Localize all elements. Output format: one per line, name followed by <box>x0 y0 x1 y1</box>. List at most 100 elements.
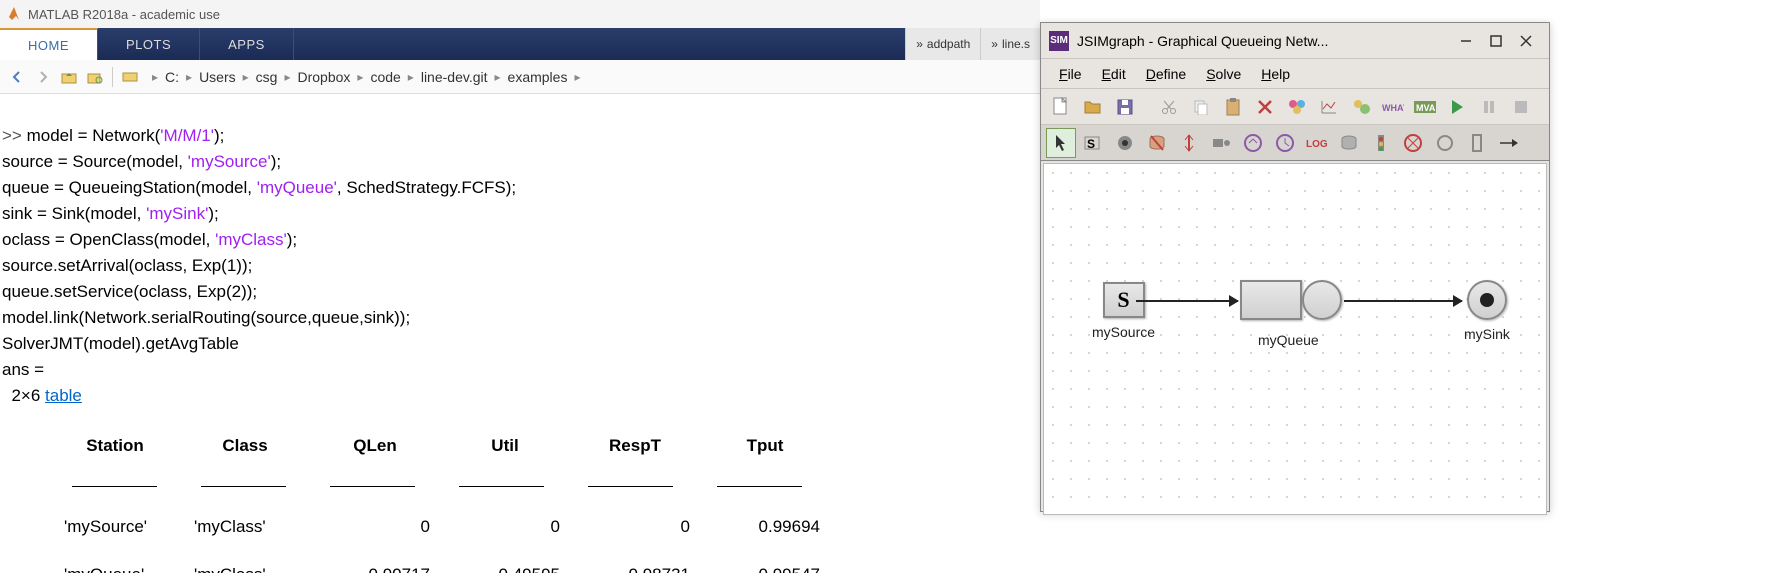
menu-solve[interactable]: Solve <box>1196 62 1251 86</box>
crumb-linedev[interactable]: line-dev.git <box>417 69 492 85</box>
node-sink[interactable]: mySink <box>1464 280 1510 342</box>
menu-edit[interactable]: Edit <box>1092 62 1136 86</box>
td: 0.99547 <box>700 563 830 573</box>
breadcrumb: ▸ C:▸ Users▸ csg▸ Dropbox▸ code▸ line-de… <box>149 69 583 85</box>
drive-button[interactable] <box>119 66 141 88</box>
place-tool[interactable] <box>1430 128 1460 158</box>
svg-text:WHAT: WHAT <box>1382 103 1404 113</box>
td: 0 <box>570 515 700 539</box>
delay-tool[interactable] <box>1270 128 1300 158</box>
qa-addpath[interactable]: »addpath <box>905 28 980 60</box>
semaphore-tool[interactable] <box>1366 128 1396 158</box>
stop-button[interactable] <box>1506 92 1536 122</box>
crumb-c[interactable]: C: <box>161 69 183 85</box>
node-label: mySource <box>1092 324 1155 340</box>
join-tool[interactable] <box>1206 128 1236 158</box>
connect-tool[interactable] <box>1494 128 1524 158</box>
logger-tool[interactable]: LOG <box>1302 128 1332 158</box>
sink-tool[interactable] <box>1110 128 1140 158</box>
crumb-csg[interactable]: csg <box>252 69 282 85</box>
crumb-code[interactable]: code <box>366 69 404 85</box>
crumb-examples[interactable]: examples <box>504 69 572 85</box>
node-label: mySink <box>1464 326 1510 342</box>
select-tool[interactable] <box>1046 128 1076 158</box>
tab-plots[interactable]: PLOTS <box>98 28 200 60</box>
jsim-title: JSIMgraph - Graphical Queueing Netw... <box>1077 33 1451 49</box>
forward-button[interactable] <box>32 66 54 88</box>
classes-button[interactable] <box>1282 92 1312 122</box>
source-tool[interactable]: S <box>1078 128 1108 158</box>
classes-icon <box>1287 98 1307 116</box>
menu-file[interactable]: File <box>1049 62 1092 86</box>
node-queue-server[interactable] <box>1302 280 1342 320</box>
back-button[interactable] <box>6 66 28 88</box>
paste-button[interactable] <box>1218 92 1248 122</box>
chevron-right-icon: ▸ <box>149 70 161 84</box>
whatif-button[interactable]: WHAT <box>1378 92 1408 122</box>
td: 0 <box>440 515 570 539</box>
matlab-logo-icon <box>6 6 22 22</box>
sink-dot <box>1480 293 1494 307</box>
matlab-title: MATLAB R2018a - academic use <box>28 7 220 22</box>
save-button[interactable] <box>1110 92 1140 122</box>
crumb-users[interactable]: Users <box>195 69 240 85</box>
fork-tool[interactable] <box>1174 128 1204 158</box>
navbar: ▸ C:▸ Users▸ csg▸ Dropbox▸ code▸ line-de… <box>0 60 1040 94</box>
minimize-icon <box>1460 35 1472 47</box>
whatif-icon: WHAT <box>1382 99 1404 115</box>
open-button[interactable] <box>1078 92 1108 122</box>
paste-icon <box>1225 98 1241 116</box>
semaphore-icon <box>1374 134 1388 152</box>
source-glyph: S <box>1117 287 1129 313</box>
qa-line[interactable]: »line.s <box>980 28 1040 60</box>
pause-icon <box>1483 100 1495 114</box>
regions-button[interactable] <box>1346 92 1376 122</box>
transition-icon <box>1471 134 1483 152</box>
table-link[interactable]: table <box>45 386 82 405</box>
chevron-right-icon: ▸ <box>405 70 417 84</box>
drive-icon <box>122 70 138 84</box>
svg-text:MVA: MVA <box>1416 103 1436 113</box>
th-qlen: QLen <box>310 434 440 458</box>
jsim-canvas[interactable]: S mySource myQueue mySink <box>1043 163 1547 515</box>
crumb-dropbox[interactable]: Dropbox <box>293 69 354 85</box>
node-source[interactable]: S mySource <box>1092 282 1155 340</box>
delete-button[interactable] <box>1250 92 1280 122</box>
chevron-icon: » <box>916 37 923 51</box>
new-button[interactable] <box>1046 92 1076 122</box>
menu-define[interactable]: Define <box>1136 62 1196 86</box>
tab-apps[interactable]: APPS <box>200 28 294 60</box>
node-queue-service[interactable] <box>1240 280 1302 320</box>
fork-icon <box>1181 134 1197 152</box>
browse-button[interactable] <box>84 66 106 88</box>
fcr-tool[interactable] <box>1142 128 1172 158</box>
tab-home[interactable]: HOME <box>0 28 98 60</box>
jsim-toolbar-1: WHAT MVA <box>1041 89 1549 125</box>
chevron-icon: » <box>991 37 998 51</box>
cut-button[interactable] <box>1154 92 1184 122</box>
class-switch-tool[interactable] <box>1334 128 1364 158</box>
pointer-icon <box>1054 134 1068 152</box>
minimize-button[interactable] <box>1451 26 1481 56</box>
router-tool[interactable] <box>1238 128 1268 158</box>
td: 0.98731 <box>570 563 700 573</box>
command-window[interactable]: >> model = Network('M/M/1'); source = So… <box>0 94 1040 573</box>
pause-button[interactable] <box>1474 92 1504 122</box>
run-button[interactable] <box>1442 92 1472 122</box>
mva-button[interactable]: MVA <box>1410 92 1440 122</box>
td: 'myClass' <box>180 515 310 539</box>
transition-tool[interactable] <box>1462 128 1492 158</box>
close-button[interactable] <box>1511 26 1541 56</box>
scissors-icon <box>1161 99 1177 115</box>
scaler-tool[interactable] <box>1398 128 1428 158</box>
plot-button[interactable] <box>1314 92 1344 122</box>
edge-queue-sink <box>1344 300 1462 302</box>
save-icon <box>1116 98 1134 116</box>
menu-help[interactable]: Help <box>1251 62 1300 86</box>
up-folder-button[interactable] <box>58 66 80 88</box>
svg-text:LOG: LOG <box>1306 139 1328 150</box>
copy-button[interactable] <box>1186 92 1216 122</box>
maximize-button[interactable] <box>1481 26 1511 56</box>
td: 'mySource' <box>50 515 180 539</box>
result-table: StationClassQLenUtilRespTTput 'mySource'… <box>50 410 1038 573</box>
